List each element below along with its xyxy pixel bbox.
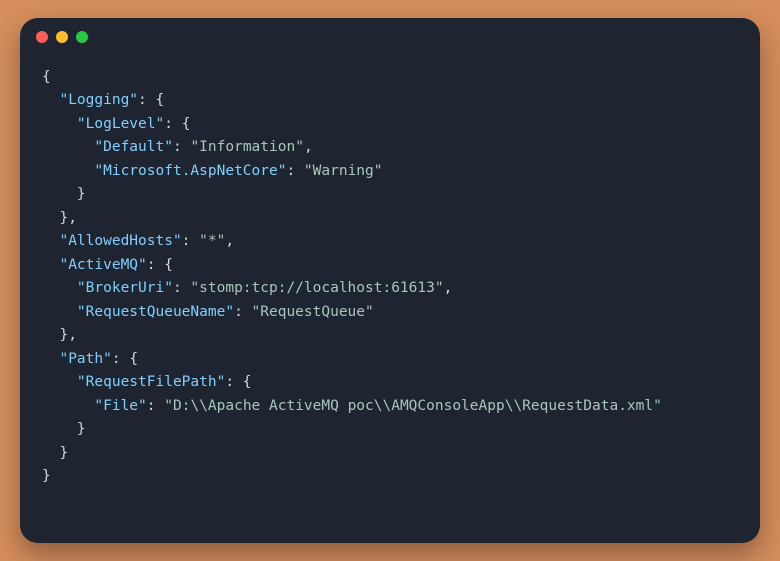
- close-icon[interactable]: [36, 31, 48, 43]
- code-window: { "Logging": { "LogLevel": { "Default": …: [20, 18, 760, 543]
- window-titlebar: [20, 18, 760, 56]
- zoom-icon[interactable]: [76, 31, 88, 43]
- code-content: { "Logging": { "LogLevel": { "Default": …: [20, 56, 760, 543]
- minimize-icon[interactable]: [56, 31, 68, 43]
